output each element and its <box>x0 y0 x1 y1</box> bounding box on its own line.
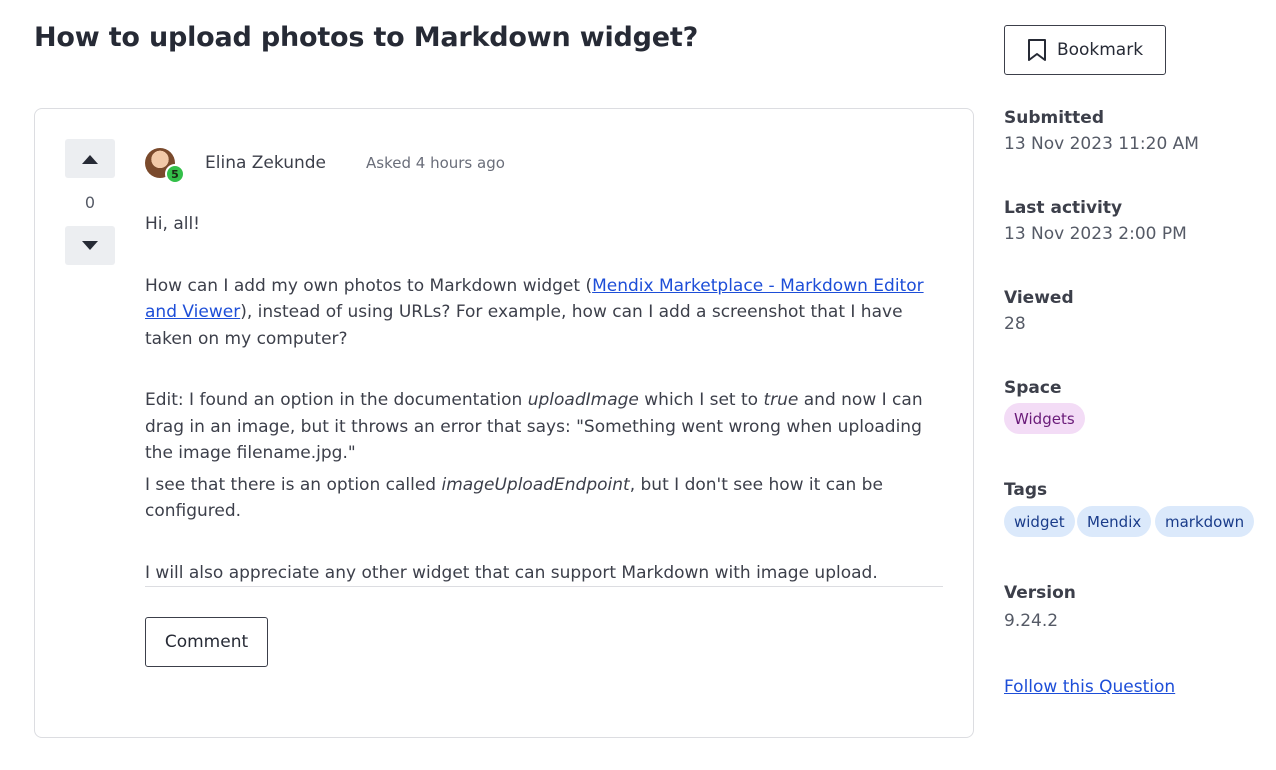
code-term: uploadImage <box>527 390 639 410</box>
divider <box>145 586 943 587</box>
space-tag[interactable]: Widgets <box>1004 403 1085 434</box>
reputation-badge: 5 <box>165 164 185 184</box>
asked-time: Asked 4 hours ago <box>366 154 505 172</box>
submitted-label: Submitted <box>1004 108 1105 128</box>
page-title: How to upload photos to Markdown widget? <box>34 22 699 53</box>
body-paragraph: Edit: I found an option in the documenta… <box>145 390 923 463</box>
downvote-icon <box>82 240 98 250</box>
bookmark-label: Bookmark <box>1056 40 1144 60</box>
question-card: 0 5 Elina Zekunde Asked 4 hours ago Hi, … <box>34 108 974 738</box>
bookmark-button[interactable]: Bookmark <box>1004 25 1166 75</box>
comment-button[interactable]: Comment <box>145 617 268 667</box>
version-label: Version <box>1004 583 1076 603</box>
body-paragraph: I will also appreciate any other widget … <box>145 562 878 583</box>
viewed-value: 28 <box>1004 314 1026 334</box>
downvote-button[interactable] <box>65 226 115 265</box>
code-term: imageUploadEndpoint <box>441 474 630 495</box>
follow-question-link[interactable]: Follow this Question <box>1004 677 1175 697</box>
upvote-icon <box>82 154 98 164</box>
vote-count: 0 <box>84 193 96 212</box>
body-paragraph: How can I add my own photos to Markdown … <box>145 275 924 349</box>
tag-markdown[interactable]: markdown <box>1155 506 1255 537</box>
tags-label: Tags <box>1004 480 1048 500</box>
tag-mendix[interactable]: Mendix <box>1077 506 1152 537</box>
last-activity-value: 13 Nov 2023 2:00 PM <box>1004 224 1187 244</box>
author-name[interactable]: Elina Zekunde <box>205 153 326 173</box>
bookmark-icon <box>1027 39 1046 61</box>
body-paragraph: I see that there is an option called ima… <box>145 474 883 522</box>
upvote-button[interactable] <box>65 139 115 178</box>
code-term: true <box>763 390 799 410</box>
version-value: 9.24.2 <box>1004 611 1059 631</box>
viewed-label: Viewed <box>1004 288 1074 308</box>
body-paragraph: Hi, all! <box>145 214 200 234</box>
tag-widget[interactable]: widget <box>1004 506 1075 537</box>
author-row: 5 Elina Zekunde Asked 4 hours ago <box>145 143 505 184</box>
space-label: Space <box>1004 378 1062 398</box>
submitted-value: 13 Nov 2023 11:20 AM <box>1004 134 1199 154</box>
question-body: Hi, all! How can I add my own photos to … <box>145 211 945 586</box>
last-activity-label: Last activity <box>1004 198 1123 218</box>
avatar[interactable]: 5 <box>145 148 185 184</box>
